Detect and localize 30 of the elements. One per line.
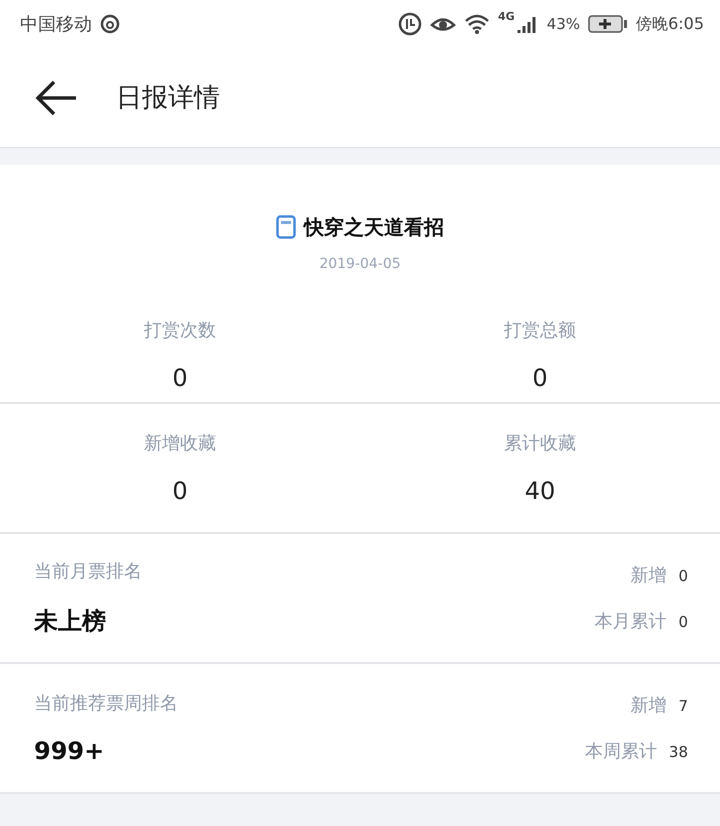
total-votes-value: 38 [668,743,688,761]
ranking-value: 999+ [34,737,106,765]
stat-label: 打赏总额 [504,319,576,342]
stat-value: 0 [172,477,188,505]
new-votes-label: 新增 [630,564,666,587]
network-type: 4G [498,10,515,23]
wifi-icon [464,13,490,35]
total-votes-label: 本周累计 [584,740,657,763]
book-title: 快穿之天道看招 [304,214,444,240]
new-votes-value: 7 [678,697,688,715]
battery-percent: 43% [546,15,580,33]
book-icon [276,215,296,239]
stat-value: 40 [524,477,556,505]
ranking-label: 当前月票排名 [34,560,142,583]
ranking-value: 未上榜 [34,606,107,637]
battery-icon [588,14,628,34]
page-title: 日报详情 [116,82,220,115]
total-votes-label: 本月累计 [594,610,666,633]
report-date: 2019-04-05 [319,256,401,272]
stat-value: 0 [172,364,188,392]
carrier-name: 中国移动 [20,13,92,36]
total-votes-value: 0 [678,613,688,631]
stat-label: 新增收藏 [144,432,216,455]
ranking-label: 当前推荐票周排名 [34,692,178,715]
new-votes-label: 新增 [630,694,666,717]
stat-value: 0 [532,364,548,392]
stat-label: 打赏次数 [144,319,216,342]
new-votes-value: 0 [678,567,688,585]
clock-time: 傍晚6:05 [636,14,704,34]
stat-label: 累计收藏 [504,432,576,455]
